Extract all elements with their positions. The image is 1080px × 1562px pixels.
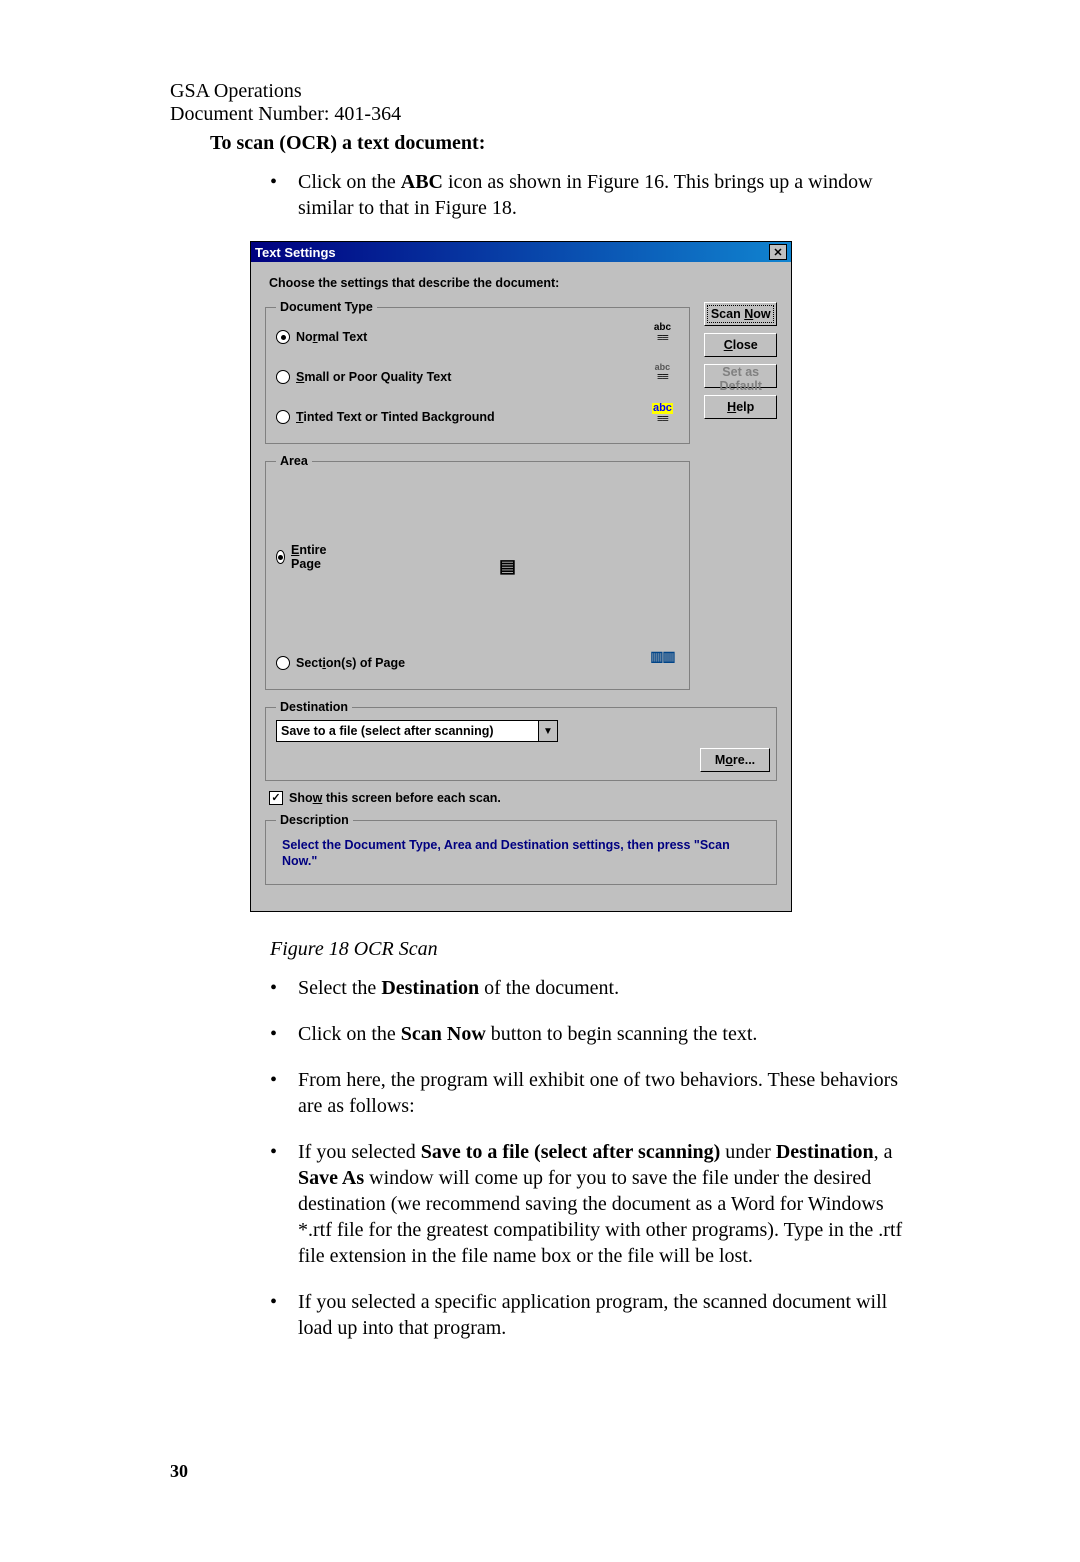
radio-label: Normal Text [296,330,367,344]
radio-label: Small or Poor Quality Text [296,370,451,384]
description-legend: Description [276,813,353,827]
radio-sections-page[interactable]: Section(s) of Page [276,649,683,677]
radio-label: Tinted Text or Tinted Background [296,410,495,424]
radio-tinted-text[interactable]: Tinted Text or Tinted Background abc [276,403,683,431]
header-docnum: Document Number: 401-364 [170,103,910,126]
scan-now-button[interactable]: Scan Now [704,302,777,326]
bullet-click-scan-now: Click on the Scan Now button to begin sc… [270,1021,910,1047]
more-button[interactable]: More... [700,748,770,772]
abc-tinted-icon: abc [647,403,677,431]
radio-label: Entire Page [291,543,331,571]
area-group: Area Entire Page Section(s) of Page [265,454,690,690]
show-before-scan-checkbox[interactable]: ✓ Show this screen before each scan. [269,791,777,805]
dialog-title: Text Settings [255,245,336,260]
destination-group: Destination ▼ More... [265,700,777,781]
description-group: Description Select the Document Type, Ar… [265,813,777,885]
section-heading: To scan (OCR) a text document: [210,132,910,155]
abc-small-icon: abc [647,363,677,391]
checkbox-icon: ✓ [269,791,283,805]
destination-legend: Destination [276,700,352,714]
bullet-save-to-file: If you selected Save to a file (select a… [270,1139,910,1269]
close-button[interactable]: Close [704,333,777,357]
set-default-button[interactable]: Set as Default [704,364,777,388]
text-settings-dialog: Text Settings ✕ Choose the settings that… [250,241,792,912]
entire-page-icon [337,477,677,637]
destination-value[interactable] [277,721,538,741]
help-button[interactable]: Help [704,395,777,419]
chevron-down-icon[interactable]: ▼ [538,721,557,741]
radio-entire-page[interactable]: Entire Page [276,477,683,637]
page-number: 30 [170,1461,910,1482]
radio-small-text[interactable]: Small or Poor Quality Text abc [276,363,683,391]
checkbox-label: Show this screen before each scan. [289,791,501,805]
document-page: GSA Operations Document Number: 401-364 … [0,0,1080,1562]
dialog-prompt: Choose the settings that describe the do… [269,276,777,290]
close-icon[interactable]: ✕ [769,244,787,260]
bullet-select-destination: Select the Destination of the document. [270,975,910,1001]
radio-normal-text[interactable]: Normal Text abc [276,323,683,351]
document-type-legend: Document Type [276,300,377,314]
abc-normal-icon: abc [647,323,677,351]
sections-page-icon [647,649,677,677]
figure-caption: Figure 18 OCR Scan [270,938,910,961]
intro-bullet: Click on the ABC icon as shown in Figure… [270,169,910,221]
area-legend: Area [276,454,312,468]
header-org: GSA Operations [170,80,910,103]
bullet-specific-app: If you selected a specific application p… [270,1289,910,1341]
radio-label: Section(s) of Page [296,656,405,670]
dialog-titlebar: Text Settings ✕ [251,242,791,262]
bullet-two-behaviors: From here, the program will exhibit one … [270,1067,910,1119]
destination-combobox[interactable]: ▼ [276,720,558,742]
document-type-group: Document Type Normal Text abc Small or P… [265,300,690,444]
description-text: Select the Document Type, Area and Desti… [276,833,770,876]
